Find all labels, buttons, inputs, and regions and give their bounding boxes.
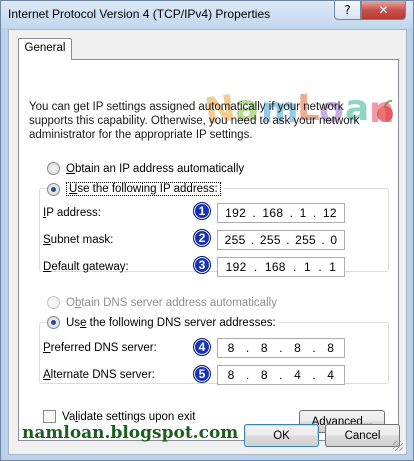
radio-use-following-dns[interactable]: Use the following DNS server addresses: [47,316,279,329]
radio-label: Obtain DNS server address automatically [66,296,277,309]
default-gateway-input[interactable]: 192. 168. 1. 1 [217,257,345,277]
blog-watermark-text: namloan.blogspot.com [22,423,239,443]
resize-grip-icon[interactable] [393,441,403,451]
validate-settings-checkbox[interactable]: Validate settings upon exit [43,410,199,423]
preferred-dns-label: Preferred DNS server: [43,342,157,354]
step-badge-2: 2 [193,229,211,247]
subnet-mask-input[interactable]: 255. 255. 255. 0 [217,230,345,250]
radio-button[interactable] [47,162,60,175]
step-badge-3: 3 [193,256,211,274]
radio-obtain-dns-auto[interactable]: Obtain DNS server address automatically [47,296,280,309]
radio-label: Use the following IP address: [66,182,221,196]
step-badge-1: 1 [193,202,211,220]
close-button[interactable]: ✕ [361,1,406,20]
radio-button[interactable] [47,182,60,196]
subnet-mask-label: Subnet mask: [43,234,114,246]
ip-address-input[interactable]: 192. 168. 1. 12 [217,203,345,223]
radio-button[interactable] [47,316,60,329]
step-badge-4: 4 [193,338,211,356]
radio-button[interactable] [47,296,60,309]
radio-label: Obtain an IP address automatically [66,162,245,175]
default-gateway-label: Default gateway: [43,261,129,273]
cancel-button[interactable]: Cancel [325,424,400,447]
checkbox-label: Validate settings upon exit [62,410,196,423]
alternate-dns-input[interactable]: 8.8.4.4 [217,365,345,385]
radio-label: Use the following DNS server addresses: [66,316,276,329]
radio-use-following-ip[interactable]: Use the following IP address: [47,182,224,196]
alternate-dns-label: Alternate DNS server: [43,369,155,381]
dialog-window: Internet Protocol Version 4 (TCP/IPv4) P… [0,0,414,461]
radio-obtain-ip-auto[interactable]: Obtain an IP address automatically [47,162,248,175]
general-tab-page: N a m L o a n You can get IP settings as… [18,59,399,441]
title-bar[interactable]: Internet Protocol Version 4 (TCP/IPv4) P… [1,1,413,28]
window-title: Internet Protocol Version 4 (TCP/IPv4) P… [8,7,271,21]
tab-general[interactable]: General [18,38,72,60]
checkbox-box[interactable] [43,410,56,423]
help-button[interactable]: ? [334,1,361,20]
step-badge-5: 5 [193,365,211,383]
dialog-client-area: General N a m L o a n You can get IP set… [8,29,407,455]
description-text: You can get IP settings assigned automat… [29,101,360,141]
preferred-dns-input[interactable]: 8.8.8.8 [217,338,345,358]
ok-button[interactable]: OK [244,424,319,447]
ip-address-label: IP address: [43,207,101,219]
